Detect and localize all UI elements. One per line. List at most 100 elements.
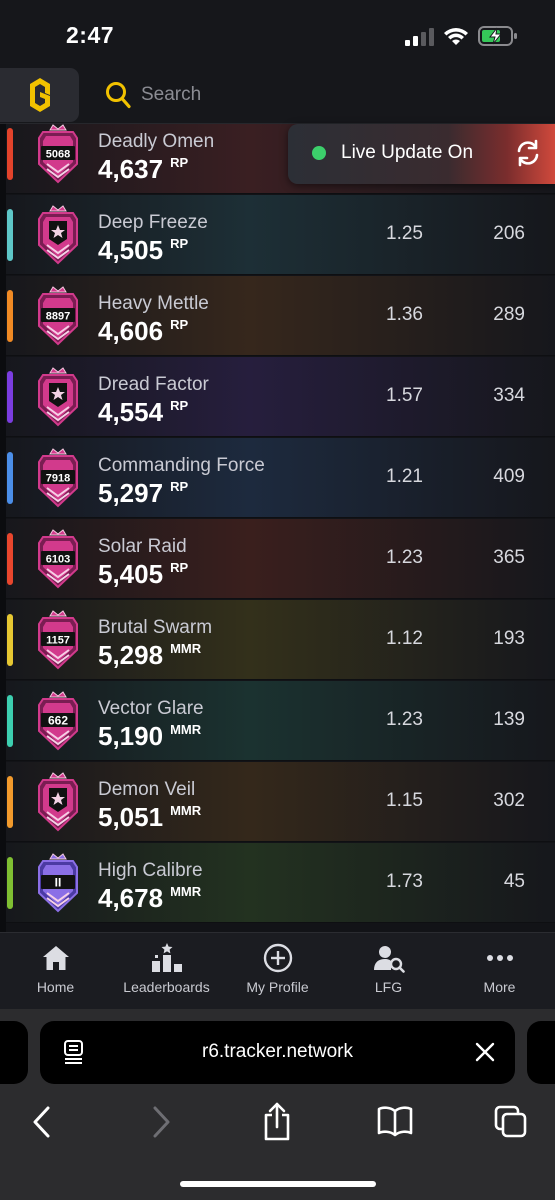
- refresh-icon[interactable]: [514, 139, 542, 167]
- player-games: 302: [493, 790, 525, 811]
- player-name[interactable]: Vector Glare: [98, 698, 204, 720]
- rating-unit: RP: [170, 236, 189, 251]
- player-kd: 1.36: [386, 304, 423, 325]
- player-name[interactable]: Deep Freeze: [98, 212, 208, 234]
- add-profile-icon: [263, 943, 292, 973]
- rank-color-bar: [7, 857, 13, 909]
- nav-lfg[interactable]: LFG: [333, 933, 444, 1009]
- rating-value: 5,298: [98, 640, 164, 670]
- leaderboard-row[interactable]: Demon Veil 5,051 MMR 1.15 302: [0, 762, 555, 842]
- url-text: r6.tracker.network: [202, 1041, 353, 1062]
- player-games: 45: [503, 871, 525, 892]
- player-rating: 4,678 MMR: [98, 883, 201, 914]
- rating-unit: RP: [170, 398, 189, 413]
- leaderboard-row[interactable]: 7918 Commanding Force 5,297 RP 1.21 409: [0, 438, 555, 518]
- rating-value: 5,051: [98, 802, 164, 832]
- rating-unit: MMR: [170, 884, 202, 899]
- player-name[interactable]: High Calibre: [98, 860, 203, 882]
- rank-badge-icon: 1157: [38, 610, 78, 670]
- clear-icon[interactable]: [475, 1042, 495, 1062]
- player-kd: 1.23: [386, 547, 423, 568]
- leaderboard-row[interactable]: 1157 Brutal Swarm 5,298 MMR 1.12 193: [0, 600, 555, 680]
- player-rating: 5,298 MMR: [98, 640, 201, 671]
- search-icon: [106, 82, 131, 109]
- player-rating: 5,190 MMR: [98, 721, 201, 752]
- cellular-signal-icon: [405, 28, 434, 46]
- leaderboard-row[interactable]: 6103 Solar Raid 5,405 RP 1.23 365: [0, 519, 555, 599]
- player-name[interactable]: Dread Factor: [98, 374, 209, 396]
- rank-badge-number: 8897: [46, 311, 70, 323]
- player-name[interactable]: Solar Raid: [98, 536, 187, 558]
- rank-badge-icon: 7918: [38, 448, 78, 508]
- rating-unit: RP: [170, 560, 189, 575]
- rating-value: 4,554: [98, 397, 164, 427]
- rank-badge-icon: 5068: [38, 124, 78, 184]
- rating-value: 5,297: [98, 478, 164, 508]
- player-rating: 4,554 RP: [98, 397, 188, 428]
- bookmarks-icon[interactable]: [377, 1105, 413, 1137]
- nav-leaderboards-label: Leaderboards: [123, 979, 210, 995]
- leaderboard-row[interactable]: 662 Vector Glare 5,190 MMR 1.23 139: [0, 681, 555, 761]
- player-rating: 4,505 RP: [98, 235, 188, 266]
- leaderboard-row[interactable]: II High Calibre 4,678 MMR 1.73 45: [0, 843, 555, 923]
- rank-badge-icon: 6103: [38, 529, 78, 589]
- player-kd: 1.21: [386, 466, 423, 487]
- rating-value: 4,505: [98, 235, 164, 265]
- player-games: 289: [493, 304, 525, 325]
- rank-badge-icon: [38, 205, 78, 265]
- player-name[interactable]: Brutal Swarm: [98, 617, 212, 639]
- rank-badge-number: 1157: [46, 635, 70, 647]
- rating-unit: MMR: [170, 641, 202, 656]
- rank-badge-number: 5068: [46, 149, 70, 161]
- rank-badge-icon: II: [38, 853, 78, 913]
- rank-color-bar: [7, 209, 13, 261]
- forward-icon[interactable]: [151, 1105, 171, 1139]
- rank-color-bar: [7, 371, 13, 423]
- nav-my-profile[interactable]: My Profile: [222, 933, 333, 1009]
- back-icon[interactable]: [32, 1105, 52, 1139]
- rank-badge-number: 6103: [46, 554, 70, 566]
- home-logo-button[interactable]: [0, 68, 79, 122]
- leaderboard-row[interactable]: Dread Factor 4,554 RP 1.57 334: [0, 357, 555, 437]
- player-name[interactable]: Deadly Omen: [98, 131, 214, 153]
- player-name[interactable]: Demon Veil: [98, 779, 195, 801]
- nav-home[interactable]: Home: [0, 933, 111, 1009]
- address-bar[interactable]: r6.tracker.network: [40, 1021, 515, 1084]
- nav-more[interactable]: More: [444, 933, 555, 1009]
- r6-logo-icon: [29, 78, 50, 112]
- leaderboard-list[interactable]: 5068Deadly Omen4,637RP1.45268Deep Freeze…: [0, 124, 555, 932]
- player-games: 193: [493, 628, 525, 649]
- search-input[interactable]: Search: [141, 84, 201, 106]
- next-tab[interactable]: [527, 1021, 555, 1084]
- rank-badge-number: II: [55, 876, 62, 890]
- rank-color-bar: [7, 614, 13, 666]
- rank-badge-icon: 8897: [38, 286, 78, 346]
- player-rating: 5,051 MMR: [98, 802, 201, 833]
- lfg-icon: [373, 946, 405, 973]
- rank-badge-icon: 662: [38, 691, 78, 751]
- bottom-nav: Home Leaderboards My Profile LFG More: [0, 932, 555, 1009]
- live-update-toast[interactable]: Live Update On: [288, 124, 555, 184]
- player-name[interactable]: Heavy Mettle: [98, 293, 209, 315]
- player-rating: 5,297 RP: [98, 478, 188, 509]
- player-kd: 1.12: [386, 628, 423, 649]
- home-icon: [42, 946, 69, 970]
- browser-toolbar: [0, 1097, 555, 1157]
- leaderboard-row[interactable]: Deep Freeze 4,505 RP 1.25 206: [0, 195, 555, 275]
- previous-tab[interactable]: [0, 1021, 28, 1084]
- rating-unit: RP: [170, 479, 189, 494]
- rating-value: 5,405: [98, 559, 164, 589]
- nav-leaderboards[interactable]: Leaderboards: [111, 933, 222, 1009]
- live-update-label: Live Update On: [341, 142, 474, 163]
- leaderboard-row[interactable]: 8897 Heavy Mettle 4,606 RP 1.36 289: [0, 276, 555, 356]
- wifi-icon: [444, 28, 468, 45]
- rank-color-bar: [7, 452, 13, 504]
- rank-color-bar: [7, 290, 13, 342]
- share-icon[interactable]: [262, 1101, 292, 1141]
- player-name[interactable]: Commanding Force: [98, 455, 265, 477]
- search-bar[interactable]: Search: [105, 78, 201, 112]
- leaderboards-icon: [151, 943, 182, 972]
- nav-my-profile-label: My Profile: [246, 979, 309, 995]
- tabs-icon[interactable]: [494, 1105, 528, 1139]
- player-rating: 4,637 RP: [98, 154, 188, 185]
